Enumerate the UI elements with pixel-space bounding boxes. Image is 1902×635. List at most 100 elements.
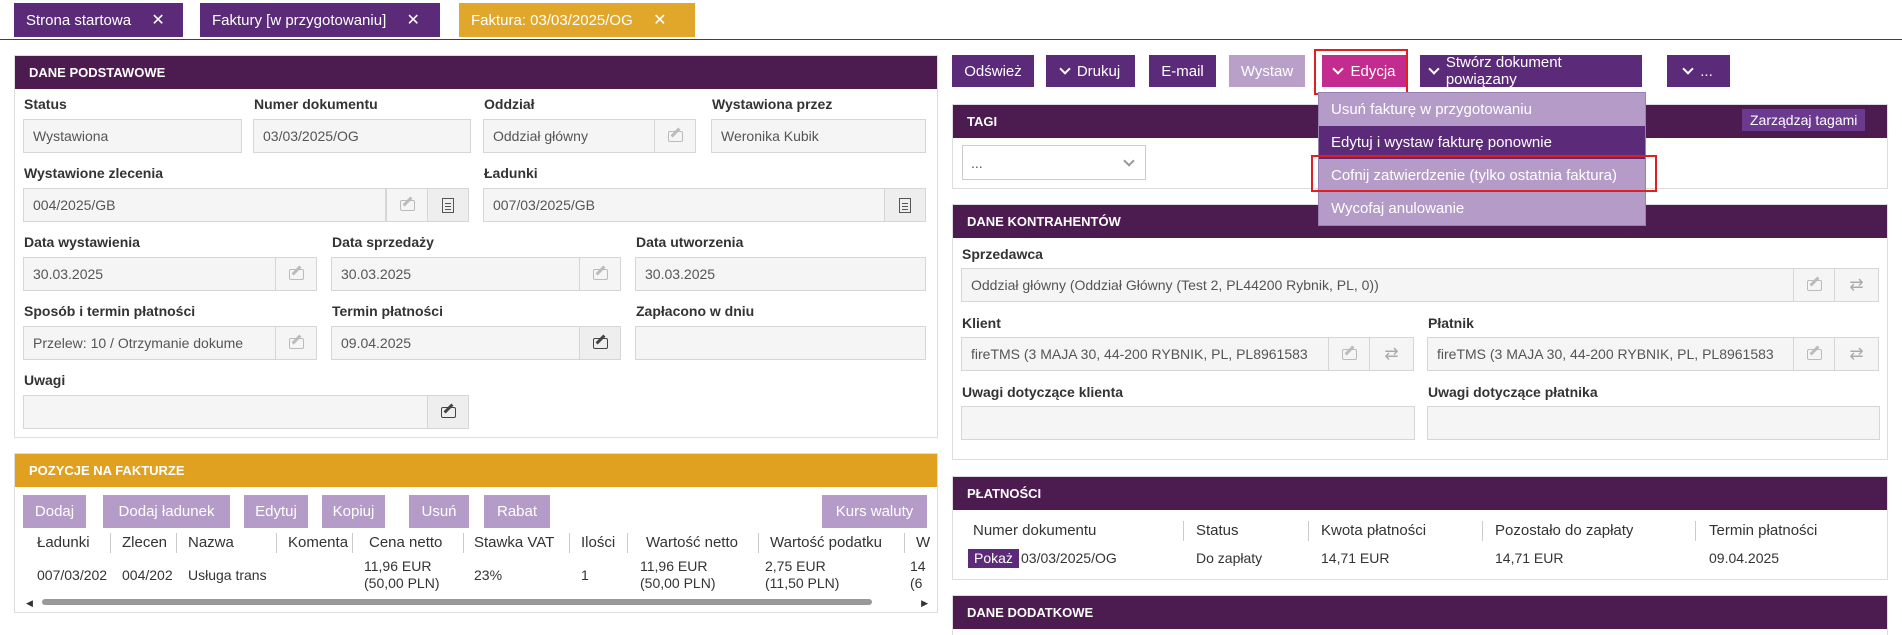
branch-field: Oddział główny xyxy=(483,119,655,153)
edit-position-button[interactable]: Edytuj xyxy=(244,495,308,528)
column-header[interactable]: Stawka VAT xyxy=(474,534,574,551)
refresh-button[interactable]: Odśwież xyxy=(952,55,1034,87)
column-header[interactable]: Ładunki xyxy=(37,534,107,551)
column-header[interactable]: Cena netto xyxy=(369,534,469,551)
cell-gross-pln: (6 xyxy=(910,575,923,591)
due-label: Termin płatności xyxy=(332,303,443,319)
column-header[interactable]: Numer dokumentu xyxy=(973,522,1096,539)
edit-sale-date-button[interactable] xyxy=(579,257,621,291)
column-separator xyxy=(110,533,111,553)
close-icon[interactable]: ✕ xyxy=(400,10,426,30)
due-field: 09.04.2025 xyxy=(331,326,580,360)
chevron-down-icon xyxy=(1428,63,1440,75)
delete-button[interactable]: Usuń xyxy=(409,495,469,528)
edit-payment-method-button[interactable] xyxy=(275,326,317,360)
cell-gross: 14 xyxy=(910,558,926,574)
status-field: Wystawiona xyxy=(23,119,242,153)
email-button[interactable]: E-mail xyxy=(1149,55,1216,87)
orders-label: Wystawione zlecenia xyxy=(24,165,164,181)
number-label: Numer dokumentu xyxy=(254,96,378,112)
manage-tags-button[interactable]: Zarządzaj tagami xyxy=(1742,109,1866,131)
panel-title: PŁATNOŚCI xyxy=(953,477,1887,510)
branch-label: Oddział xyxy=(484,96,535,112)
tab-invoices-draft[interactable]: Faktury [w przygotowaniu] ✕ xyxy=(200,3,440,37)
created-label: Data utworzenia xyxy=(636,234,744,250)
column-separator xyxy=(176,533,177,553)
edit-icon xyxy=(440,406,456,418)
cell-order: 004/202 xyxy=(122,567,172,583)
column-separator xyxy=(904,533,905,553)
payment-method-field: Przelew: 10 / Otrzymanie dokume xyxy=(23,326,276,360)
swap-client-button[interactable]: ⇄ xyxy=(1369,337,1414,371)
column-header[interactable]: Wartość netto xyxy=(646,534,756,551)
created-field: 30.03.2025 xyxy=(635,257,926,291)
currency-rate-button[interactable]: Kurs waluty xyxy=(822,495,927,528)
swap-seller-button[interactable]: ⇄ xyxy=(1834,268,1879,302)
orders-document-button[interactable] xyxy=(427,188,469,222)
column-header[interactable]: Pozostało do zapłaty xyxy=(1495,522,1633,539)
edit-payer-button[interactable] xyxy=(1793,337,1835,371)
discount-button[interactable]: Rabat xyxy=(484,495,550,528)
column-separator xyxy=(276,533,277,553)
client-field: fireTMS (3 MAJA 30, 44-200 RYBNIK, PL, P… xyxy=(961,337,1329,371)
scrollbar-thumb[interactable] xyxy=(42,599,872,605)
edit-icon xyxy=(592,337,608,349)
column-header[interactable]: W xyxy=(916,534,930,551)
cell-tax-pln: (11,50 PLN) xyxy=(765,575,840,591)
cell-qty: 1 xyxy=(581,567,589,583)
cell-payment-remaining: 14,71 EUR xyxy=(1495,550,1564,566)
edit-orders-button[interactable] xyxy=(386,188,428,222)
close-icon[interactable]: ✕ xyxy=(145,10,171,30)
tags-select[interactable]: ... xyxy=(962,145,1146,180)
tab-home[interactable]: Strona startowa ✕ xyxy=(14,3,183,37)
issue-button[interactable]: Wystaw xyxy=(1229,55,1305,87)
notes-label: Uwagi xyxy=(24,372,66,388)
column-header[interactable]: Nazwa xyxy=(188,534,273,551)
edit-seller-button[interactable] xyxy=(1793,268,1835,302)
edit-icon xyxy=(592,268,608,280)
edit-notes-button[interactable] xyxy=(427,395,469,429)
edit-icon xyxy=(399,199,415,211)
print-button[interactable]: Drukuj xyxy=(1046,55,1135,87)
swap-icon: ⇄ xyxy=(1849,344,1864,363)
close-icon[interactable]: ✕ xyxy=(647,10,673,30)
menu-item-delete-draft[interactable]: Usuń fakturę w przygotowaniu xyxy=(1319,93,1645,126)
copy-button[interactable]: Kopiuj xyxy=(322,495,385,528)
edit-due-button[interactable] xyxy=(579,326,621,360)
chevron-down-icon xyxy=(1059,63,1071,75)
scroll-left-icon[interactable]: ◀ xyxy=(26,598,33,609)
column-header[interactable]: Wartość podatku xyxy=(770,534,895,551)
edit-icon xyxy=(1806,348,1822,360)
add-load-button[interactable]: Dodaj ładunek xyxy=(103,495,230,528)
loads-field: 007/03/2025/GB xyxy=(483,188,885,222)
column-header[interactable]: Komenta xyxy=(288,534,348,551)
loads-document-button[interactable] xyxy=(884,188,926,222)
edit-icon xyxy=(288,337,304,349)
document-icon xyxy=(899,197,911,213)
swap-payer-button[interactable]: ⇄ xyxy=(1834,337,1879,371)
cell-payment-status: Do zapłaty xyxy=(1196,550,1263,566)
cell-loads: 007/03/202 xyxy=(37,567,107,583)
edit-issue-date-button[interactable] xyxy=(275,257,317,291)
show-payment-button[interactable]: Pokaż xyxy=(968,549,1019,568)
horizontal-scrollbar[interactable]: ◀ ▶ xyxy=(26,598,928,609)
client-notes-field xyxy=(961,406,1415,440)
payer-notes-field xyxy=(1427,406,1880,440)
column-header[interactable]: Termin płatności xyxy=(1709,522,1817,539)
column-header[interactable]: Status xyxy=(1196,522,1239,539)
column-header[interactable]: Kwota płatności xyxy=(1321,522,1426,539)
add-button[interactable]: Dodaj xyxy=(23,495,86,528)
column-header[interactable]: Ilości xyxy=(581,534,631,551)
more-button[interactable]: ... xyxy=(1667,55,1730,87)
menu-item-withdraw-cancel[interactable]: Wycofaj anulowanie xyxy=(1319,192,1645,225)
column-header[interactable]: Zlecen xyxy=(122,534,172,551)
highlight-box xyxy=(1311,155,1657,192)
create-related-button[interactable]: Stwórz dokument powiązany xyxy=(1420,54,1642,88)
paid-field[interactable] xyxy=(635,326,926,360)
issue-date-label: Data wystawienia xyxy=(24,234,140,250)
edit-client-button[interactable] xyxy=(1328,337,1370,371)
scroll-right-icon[interactable]: ▶ xyxy=(921,598,928,609)
tab-invoice[interactable]: Faktura: 03/03/2025/OG ✕ xyxy=(459,3,695,37)
edit-branch-button[interactable] xyxy=(654,119,696,153)
document-icon xyxy=(442,197,454,213)
